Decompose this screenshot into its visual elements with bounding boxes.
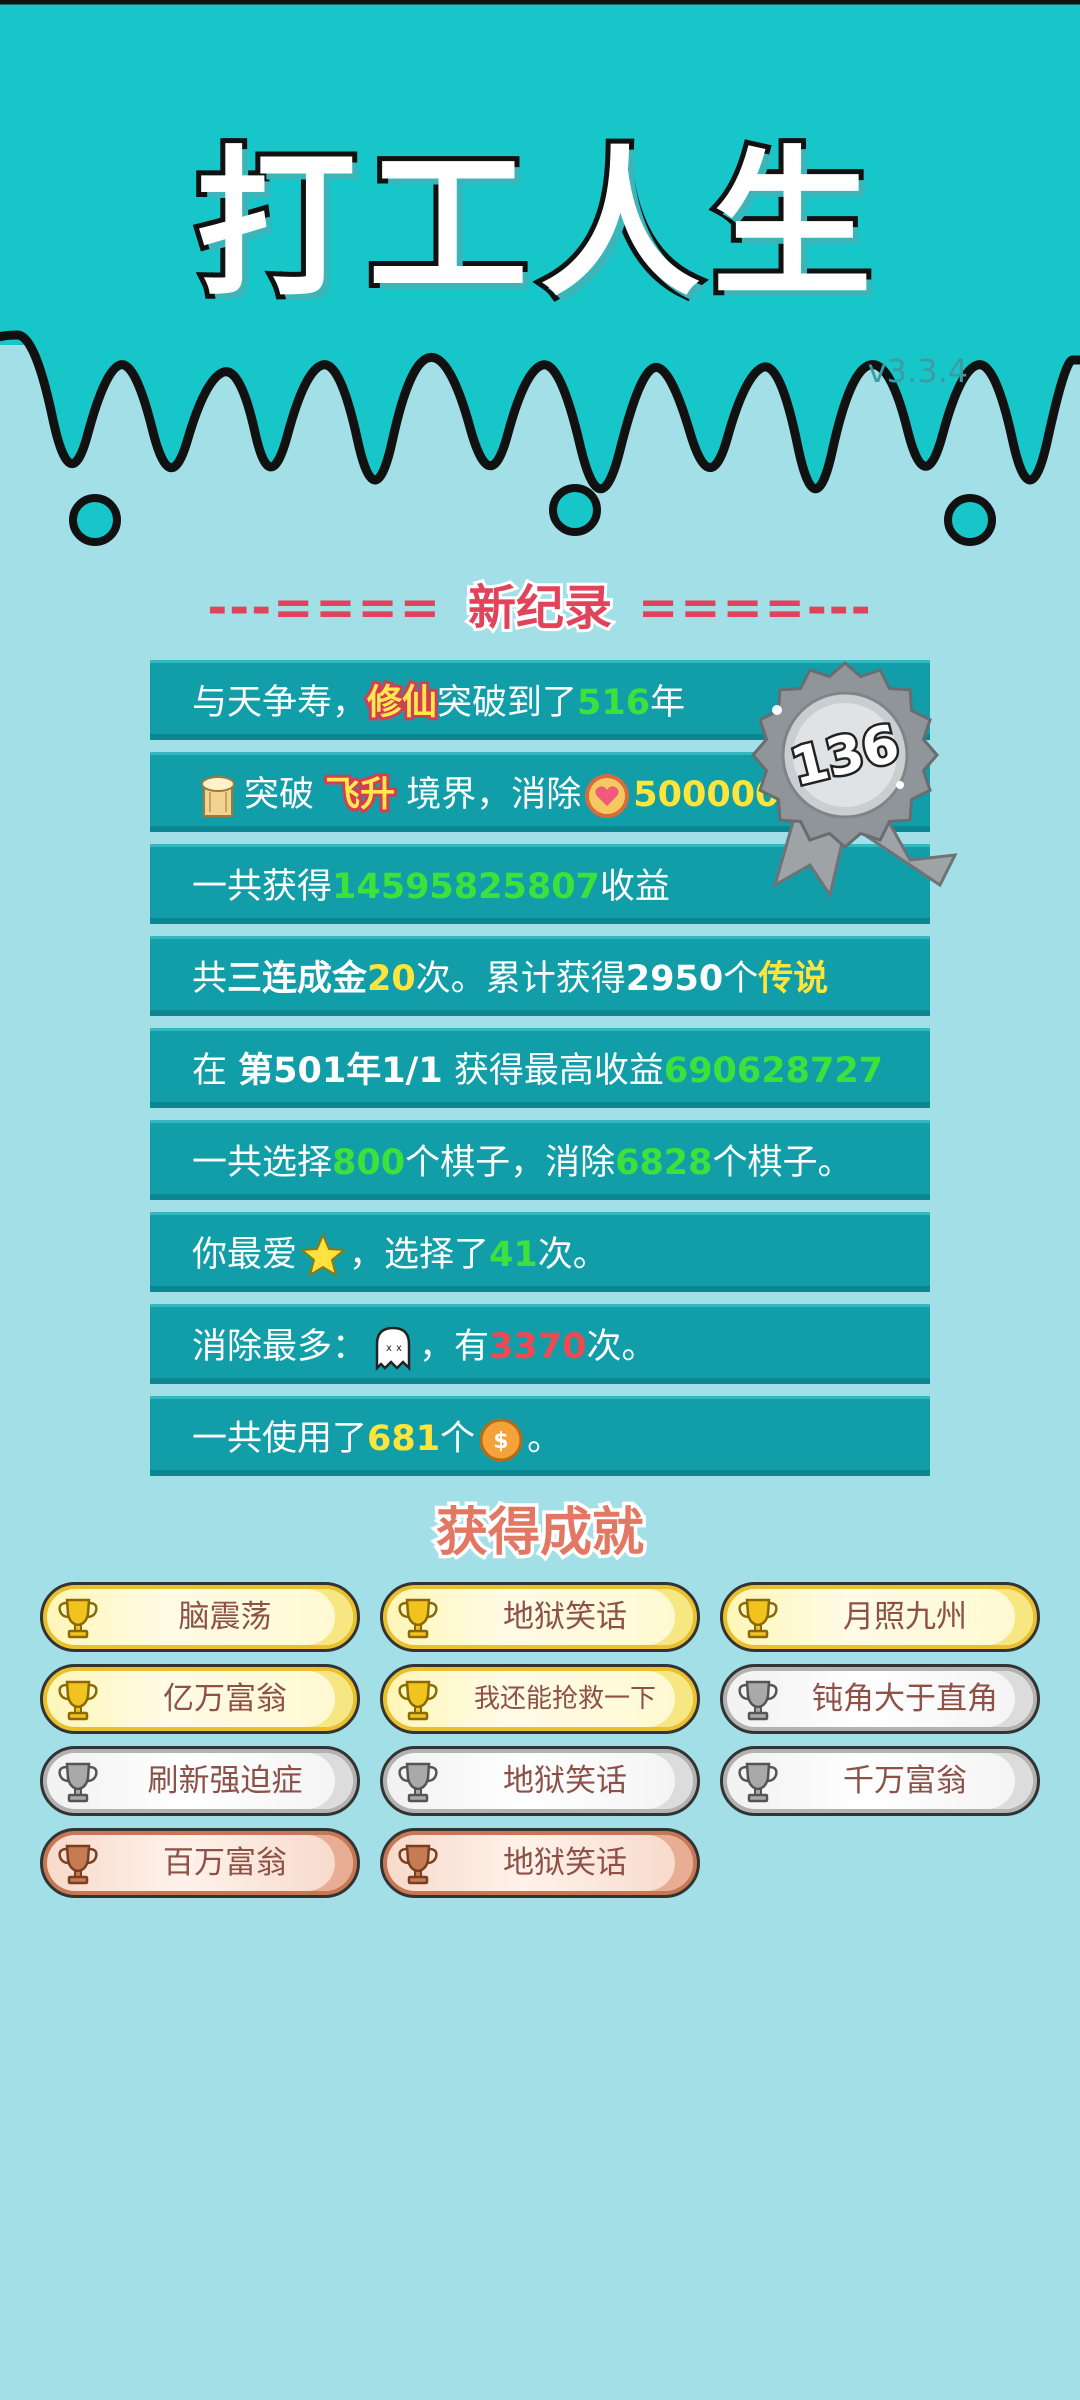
achievement-label: 地狱笑话 <box>503 1763 627 1799</box>
new-record-title: 新纪录 <box>465 577 615 639</box>
record-text: 第501年1/1 <box>238 1051 443 1091</box>
record-text: 你最爱 <box>192 1235 298 1275</box>
record-text: 修仙 <box>364 680 440 726</box>
record-text: 个 <box>723 959 759 999</box>
record-text: ，有 <box>419 1327 490 1367</box>
record-row: 在 第501年1/1 获得最高收益690628727 <box>150 1028 930 1108</box>
achievements-grid: 脑震荡 地狱笑话 月照九州 亿万富翁 我还能抢救一下 钝角大于直角 刷新强迫症 地狱笑话 千万富… <box>40 1582 1050 1898</box>
trophy-icon <box>58 1762 98 1803</box>
game-title: 打工人生 <box>191 126 884 323</box>
header: 打工人生 v3.3.4 <box>0 0 1080 600</box>
record-text: 年 <box>650 683 686 723</box>
record-text: 突破 <box>244 775 326 815</box>
achievement-badge[interactable]: 亿万富翁 <box>40 1664 360 1734</box>
record-text: 获得最高收益 <box>442 1051 664 1091</box>
record-text: 境界，消除 <box>395 775 582 815</box>
record-text: 三连成金 <box>227 959 368 999</box>
achievement-badge[interactable]: 月照九州 <box>720 1582 1040 1652</box>
star-icon <box>299 1232 347 1278</box>
record-text: 14595825807 <box>332 867 600 907</box>
record-text: 传说 <box>758 959 829 999</box>
version-label: v3.3.4 <box>867 352 968 390</box>
record-text: ，选择了 <box>349 1235 490 1275</box>
record-text: 800 <box>332 1143 406 1183</box>
record-text: 3370 <box>489 1327 587 1367</box>
record-row: 共三连成金20次。累计获得2950个传说 <box>150 936 930 1016</box>
record-text: 20 <box>367 959 416 999</box>
achievements-title: 获得成就 <box>432 1500 647 1567</box>
achievement-label: 百万富翁 <box>163 1845 287 1881</box>
record-text: 个 <box>440 1419 476 1459</box>
record-text: 飞升 <box>322 772 398 818</box>
svg-text:x: x <box>386 1343 392 1354</box>
record-text: 个棋子。 <box>712 1143 853 1183</box>
achievement-label: 钝角大于直角 <box>812 1681 998 1717</box>
achievement-badge[interactable]: 我还能抢救一下 <box>380 1664 700 1734</box>
record-row: 你最爱 ，选择了41次。 <box>150 1212 930 1292</box>
record-text: 突破到了 <box>437 683 578 723</box>
record-text: 收益 <box>599 867 670 907</box>
achievement-label: 脑震荡 <box>178 1599 272 1635</box>
svg-text:$: $ <box>493 1429 508 1454</box>
trophy-icon <box>58 1680 98 1721</box>
achievement-badge[interactable]: 地狱笑话 <box>380 1746 700 1816</box>
record-text: 消除最多： <box>192 1327 368 1367</box>
record-text: 41 <box>489 1235 538 1275</box>
achievement-label: 地狱笑话 <box>503 1599 627 1635</box>
record-text: 次。 <box>537 1235 608 1275</box>
record-text: 次。 <box>586 1327 657 1367</box>
achievement-badge[interactable]: 地狱笑话 <box>380 1582 700 1652</box>
achievement-badge[interactable]: 百万富翁 <box>40 1828 360 1898</box>
achievement-badge[interactable]: 刷新强迫症 <box>40 1746 360 1816</box>
trophy-icon <box>58 1844 98 1885</box>
trophy-icon <box>738 1680 778 1721</box>
trophy-icon <box>738 1598 778 1639</box>
achievement-badge[interactable]: 地狱笑话 <box>380 1828 700 1898</box>
achievement-badge[interactable]: 脑震荡 <box>40 1582 360 1652</box>
record-text: 在 <box>192 1051 239 1091</box>
coin-icon: $ <box>479 1418 523 1462</box>
record-text: 。 <box>527 1419 563 1459</box>
record-text: 6828 <box>615 1143 713 1183</box>
record-text: 与天争寿， <box>192 683 368 723</box>
trophy-icon <box>398 1844 438 1885</box>
achievement-label: 地狱笑话 <box>503 1845 627 1881</box>
achievement-label: 刷新强迫症 <box>147 1763 303 1799</box>
record-text: 共 <box>192 959 228 999</box>
record-text: 次。累计获得 <box>415 959 626 999</box>
record-row: 一共选择800个棋子，消除6828个棋子。 <box>150 1120 930 1200</box>
trophy-icon <box>398 1762 438 1803</box>
achievement-badge[interactable]: 千万富翁 <box>720 1746 1040 1816</box>
record-text: 一共使用了 <box>192 1419 368 1459</box>
record-text: 681 <box>367 1419 441 1459</box>
record-row: 消除最多： x x ，有3370次。 <box>150 1304 930 1384</box>
achievement-label: 月照九州 <box>843 1599 967 1635</box>
new-record-heading: ---==== 新纪录 ====--- <box>0 568 1080 639</box>
scroll-icon <box>201 776 235 817</box>
rank-medal-icon: 136 <box>751 661 958 899</box>
svg-text:x: x <box>396 1343 402 1354</box>
trophy-icon <box>738 1762 778 1803</box>
trophy-icon <box>58 1598 98 1639</box>
record-text: 个棋子，消除 <box>405 1143 616 1183</box>
trophy-icon <box>398 1598 438 1639</box>
achievement-badge[interactable]: 钝角大于直角 <box>720 1664 1040 1734</box>
record-text: 一共获得 <box>192 867 333 907</box>
achievement-label: 我还能抢救一下 <box>473 1684 656 1714</box>
heading-right-decoration: ====--- <box>638 580 873 636</box>
achievement-label: 亿万富翁 <box>163 1681 287 1717</box>
heart-coin-icon <box>585 774 630 818</box>
record-text: 2950 <box>625 959 724 999</box>
ghost-icon: xx <box>375 1326 411 1372</box>
record-row: 一共使用了681个 $ 。 <box>150 1396 930 1476</box>
trophy-icon <box>398 1680 438 1721</box>
heading-left-decoration: ---==== <box>207 580 442 636</box>
record-text: 516 <box>577 683 651 723</box>
record-text: 690628727 <box>663 1051 884 1091</box>
achievement-label: 千万富翁 <box>843 1763 967 1799</box>
record-text: 一共选择 <box>192 1143 333 1183</box>
